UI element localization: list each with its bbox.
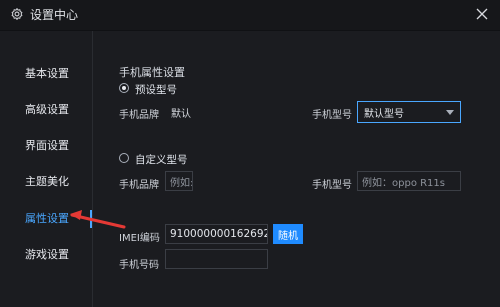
preset-model-label: 预设型号 bbox=[135, 84, 177, 96]
custom-model-field-label: 手机型号 bbox=[312, 180, 352, 191]
sidebar: 基本设置 高级设置 界面设置 主题美化 属性设置 游戏设置 bbox=[0, 31, 93, 307]
preset-model-select-value: 默认型号 bbox=[364, 108, 404, 120]
preset-brand-field[interactable]: 默认! bbox=[165, 102, 193, 122]
window-title: 设置中心 bbox=[30, 8, 79, 22]
phone-label: 手机号码 bbox=[119, 260, 159, 271]
preset-model-radio[interactable] bbox=[119, 83, 129, 93]
close-icon[interactable] bbox=[474, 6, 490, 22]
sidebar-item-theme[interactable]: 主题美化 bbox=[25, 175, 69, 189]
settings-gear-icon bbox=[11, 8, 23, 20]
random-imei-button[interactable]: 随机 bbox=[273, 224, 303, 244]
chevron-down-icon bbox=[446, 109, 454, 115]
custom-brand-input[interactable]: 例如: bbox=[165, 171, 193, 191]
custom-model-input[interactable]: 例如：oppo R11s bbox=[357, 171, 461, 191]
active-indicator bbox=[90, 210, 92, 228]
section-title: 手机属性设置 bbox=[119, 66, 185, 79]
preset-model-field-label: 手机型号 bbox=[312, 110, 352, 121]
phone-input[interactable] bbox=[165, 249, 268, 269]
title-bar: 设置中心 bbox=[0, 0, 500, 31]
imei-input[interactable]: 910000000162692 bbox=[165, 224, 268, 244]
imei-label: IMEI编码 bbox=[119, 233, 160, 244]
sidebar-item-advanced[interactable]: 高级设置 bbox=[25, 103, 69, 117]
sidebar-item-basic[interactable]: 基本设置 bbox=[25, 67, 69, 81]
custom-brand-label: 手机品牌 bbox=[119, 180, 159, 191]
sidebar-item-interface[interactable]: 界面设置 bbox=[25, 139, 69, 153]
preset-model-select[interactable]: 默认型号 bbox=[357, 101, 461, 123]
custom-model-radio[interactable] bbox=[119, 153, 129, 163]
sidebar-item-game[interactable]: 游戏设置 bbox=[25, 248, 69, 262]
custom-model-label: 自定义型号 bbox=[135, 154, 188, 166]
preset-brand-label: 手机品牌 bbox=[119, 110, 159, 121]
sidebar-item-properties[interactable]: 属性设置 bbox=[25, 212, 69, 226]
